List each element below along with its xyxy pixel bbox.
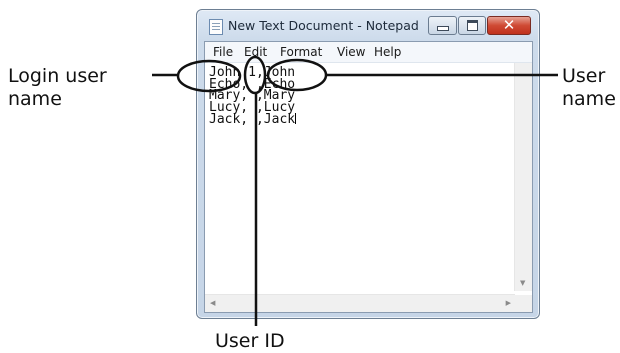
login-name-ellipse: [176, 59, 242, 93]
login-user-name-line-2: name: [8, 88, 62, 110]
user-id-ellipse: [243, 55, 267, 95]
annotation-overlay: [152, 55, 558, 326]
user-name-ellipse: [266, 58, 328, 92]
login-user-name-label: Login user name: [8, 65, 107, 111]
user-name-line-2: name: [562, 88, 616, 110]
user-name-line-1: User: [562, 65, 606, 87]
user-name-label: User name: [562, 65, 616, 111]
user-id-label: User ID: [215, 330, 285, 352]
login-user-name-line-1: Login user: [8, 65, 107, 87]
